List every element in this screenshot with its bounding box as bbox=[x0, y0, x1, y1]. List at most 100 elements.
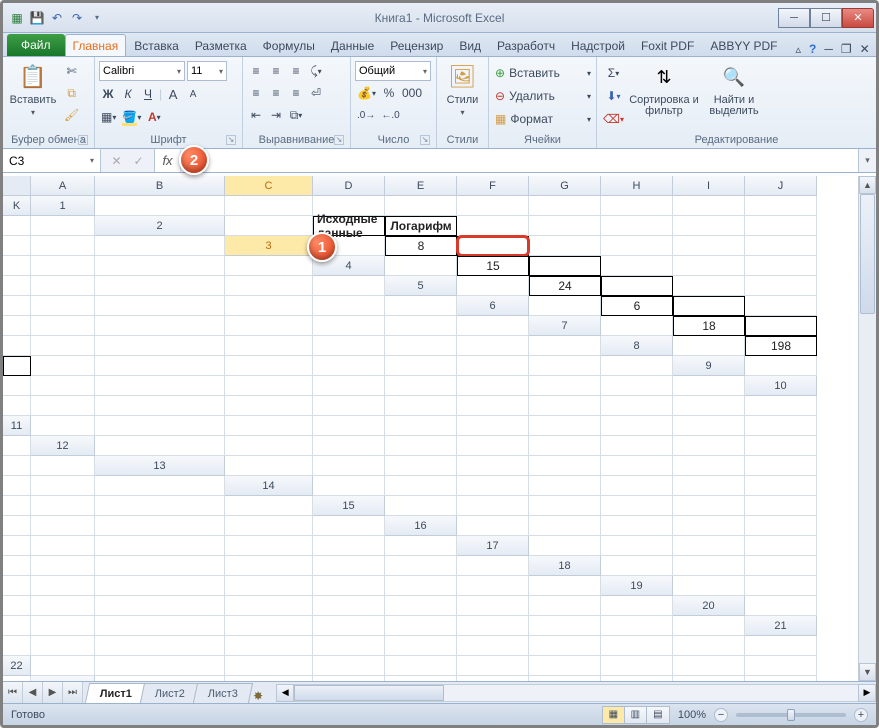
tab-review[interactable]: Рецензир bbox=[382, 34, 451, 56]
horizontal-scrollbar[interactable]: ◀ ▶ bbox=[276, 682, 876, 703]
cell-I3[interactable] bbox=[31, 256, 95, 276]
wrap-text-button[interactable]: ⏎ bbox=[307, 83, 325, 103]
cell-B8[interactable]: 198 bbox=[745, 336, 817, 356]
cell-J6[interactable] bbox=[385, 316, 457, 336]
cell-B3[interactable]: 8 bbox=[385, 236, 457, 256]
cell-D2[interactable] bbox=[457, 216, 529, 236]
increase-decimal-button[interactable]: .0→ bbox=[355, 105, 377, 125]
cell-B12[interactable] bbox=[225, 436, 313, 456]
cell-C13[interactable] bbox=[385, 456, 457, 476]
zoom-in-button[interactable]: + bbox=[854, 708, 868, 722]
decrease-indent-button[interactable]: ⇤ bbox=[247, 105, 265, 125]
cell-I6[interactable] bbox=[313, 316, 385, 336]
row-header-22[interactable]: 22 bbox=[3, 656, 31, 676]
cell-E20[interactable] bbox=[225, 616, 313, 636]
cell-B16[interactable] bbox=[529, 516, 601, 536]
cell-F5[interactable] bbox=[3, 296, 31, 316]
cell-I17[interactable] bbox=[313, 556, 385, 576]
cell-E17[interactable] bbox=[3, 556, 31, 576]
cell-H20[interactable] bbox=[457, 616, 529, 636]
row-header-20[interactable]: 20 bbox=[673, 596, 745, 616]
cell-C4[interactable] bbox=[529, 256, 601, 276]
cell-H19[interactable] bbox=[385, 596, 457, 616]
zoom-slider[interactable] bbox=[736, 713, 846, 717]
cell-I21[interactable] bbox=[601, 636, 673, 656]
zoom-slider-thumb[interactable] bbox=[787, 709, 795, 721]
cell-K11[interactable] bbox=[3, 436, 31, 456]
cell-G13[interactable] bbox=[673, 456, 745, 476]
cell-F8[interactable] bbox=[225, 356, 313, 376]
column-header-I[interactable]: I bbox=[673, 176, 745, 196]
sheet-nav-prev-button[interactable]: ◀ bbox=[23, 682, 43, 703]
tab-addins[interactable]: Надстрой bbox=[563, 34, 633, 56]
cell-I9[interactable] bbox=[529, 376, 601, 396]
cell-A7[interactable] bbox=[601, 316, 673, 336]
cell-D4[interactable] bbox=[601, 256, 673, 276]
cell-K2[interactable] bbox=[95, 236, 225, 256]
redo-icon[interactable]: ↷ bbox=[69, 10, 85, 26]
tab-developer[interactable]: Разработч bbox=[489, 34, 563, 56]
cell-H2[interactable] bbox=[745, 216, 817, 236]
cell-K17[interactable] bbox=[457, 556, 529, 576]
cell-J9[interactable] bbox=[601, 376, 673, 396]
cell-G21[interactable] bbox=[457, 636, 529, 656]
cell-F3[interactable] bbox=[673, 236, 745, 256]
column-header-A[interactable]: A bbox=[31, 176, 95, 196]
percent-format-button[interactable]: % bbox=[380, 83, 398, 103]
cell-I18[interactable] bbox=[385, 576, 457, 596]
cell-D18[interactable] bbox=[3, 576, 31, 596]
cell-A5[interactable] bbox=[457, 276, 529, 296]
cell-B9[interactable] bbox=[3, 376, 31, 396]
cell-D21[interactable] bbox=[225, 636, 313, 656]
cell-B5[interactable]: 24 bbox=[529, 276, 601, 296]
cell-C7[interactable] bbox=[745, 316, 817, 336]
column-header-E[interactable]: E bbox=[385, 176, 457, 196]
page-break-view-button[interactable]: ▤ bbox=[647, 707, 669, 723]
select-all-corner[interactable] bbox=[3, 176, 31, 196]
italic-button[interactable]: К bbox=[119, 84, 137, 104]
row-header-11[interactable]: 11 bbox=[3, 416, 31, 436]
font-color-button[interactable]: A▾ bbox=[145, 107, 163, 127]
cell-C8[interactable] bbox=[3, 356, 31, 376]
clipboard-dialog-icon[interactable]: ↘ bbox=[78, 135, 88, 145]
grow-font-button[interactable]: A bbox=[164, 84, 182, 104]
column-header-G[interactable]: G bbox=[529, 176, 601, 196]
cell-D7[interactable] bbox=[3, 336, 31, 356]
cell-F16[interactable] bbox=[3, 536, 31, 556]
cell-F15[interactable] bbox=[745, 496, 817, 516]
sheet-nav-last-button[interactable]: ⏭ bbox=[63, 682, 83, 703]
font-name-combo[interactable]: Calibri▾ bbox=[99, 61, 185, 81]
autosum-button[interactable]: Σ▾ bbox=[601, 63, 626, 83]
tab-data[interactable]: Данные bbox=[323, 34, 382, 56]
cell-C22[interactable] bbox=[225, 656, 313, 676]
cell-H21[interactable] bbox=[529, 636, 601, 656]
cell-G20[interactable] bbox=[385, 616, 457, 636]
cell-D11[interactable] bbox=[313, 416, 385, 436]
cell-J10[interactable] bbox=[673, 396, 745, 416]
cell-G1[interactable] bbox=[601, 196, 673, 216]
cell-K14[interactable] bbox=[225, 496, 313, 516]
tab-foxit[interactable]: Foxit PDF bbox=[633, 34, 702, 56]
cell-H1[interactable] bbox=[673, 196, 745, 216]
cell-A9[interactable] bbox=[745, 356, 817, 376]
row-header-6[interactable]: 6 bbox=[457, 296, 529, 316]
format-cells-button[interactable]: ▦Формат▾ bbox=[493, 109, 593, 129]
cell-G12[interactable] bbox=[601, 436, 673, 456]
cell-C11[interactable] bbox=[225, 416, 313, 436]
cell-B21[interactable] bbox=[31, 636, 95, 656]
cell-A12[interactable] bbox=[95, 436, 225, 456]
cut-button[interactable]: ✄ bbox=[62, 61, 81, 81]
cell-H9[interactable] bbox=[457, 376, 529, 396]
cell-C10[interactable] bbox=[95, 396, 225, 416]
tab-home[interactable]: Главная bbox=[65, 34, 127, 56]
row-header-12[interactable]: 12 bbox=[31, 436, 95, 456]
scroll-up-button[interactable]: ▲ bbox=[859, 176, 876, 194]
row-header-8[interactable]: 8 bbox=[601, 336, 673, 356]
formula-bar-expand-icon[interactable]: ▾ bbox=[858, 149, 876, 172]
cell-G17[interactable] bbox=[95, 556, 225, 576]
cell-E16[interactable] bbox=[745, 516, 817, 536]
font-dialog-icon[interactable]: ↘ bbox=[226, 135, 236, 145]
cell-I20[interactable] bbox=[529, 616, 601, 636]
cell-C6[interactable] bbox=[673, 296, 745, 316]
cell-K3[interactable] bbox=[225, 256, 313, 276]
